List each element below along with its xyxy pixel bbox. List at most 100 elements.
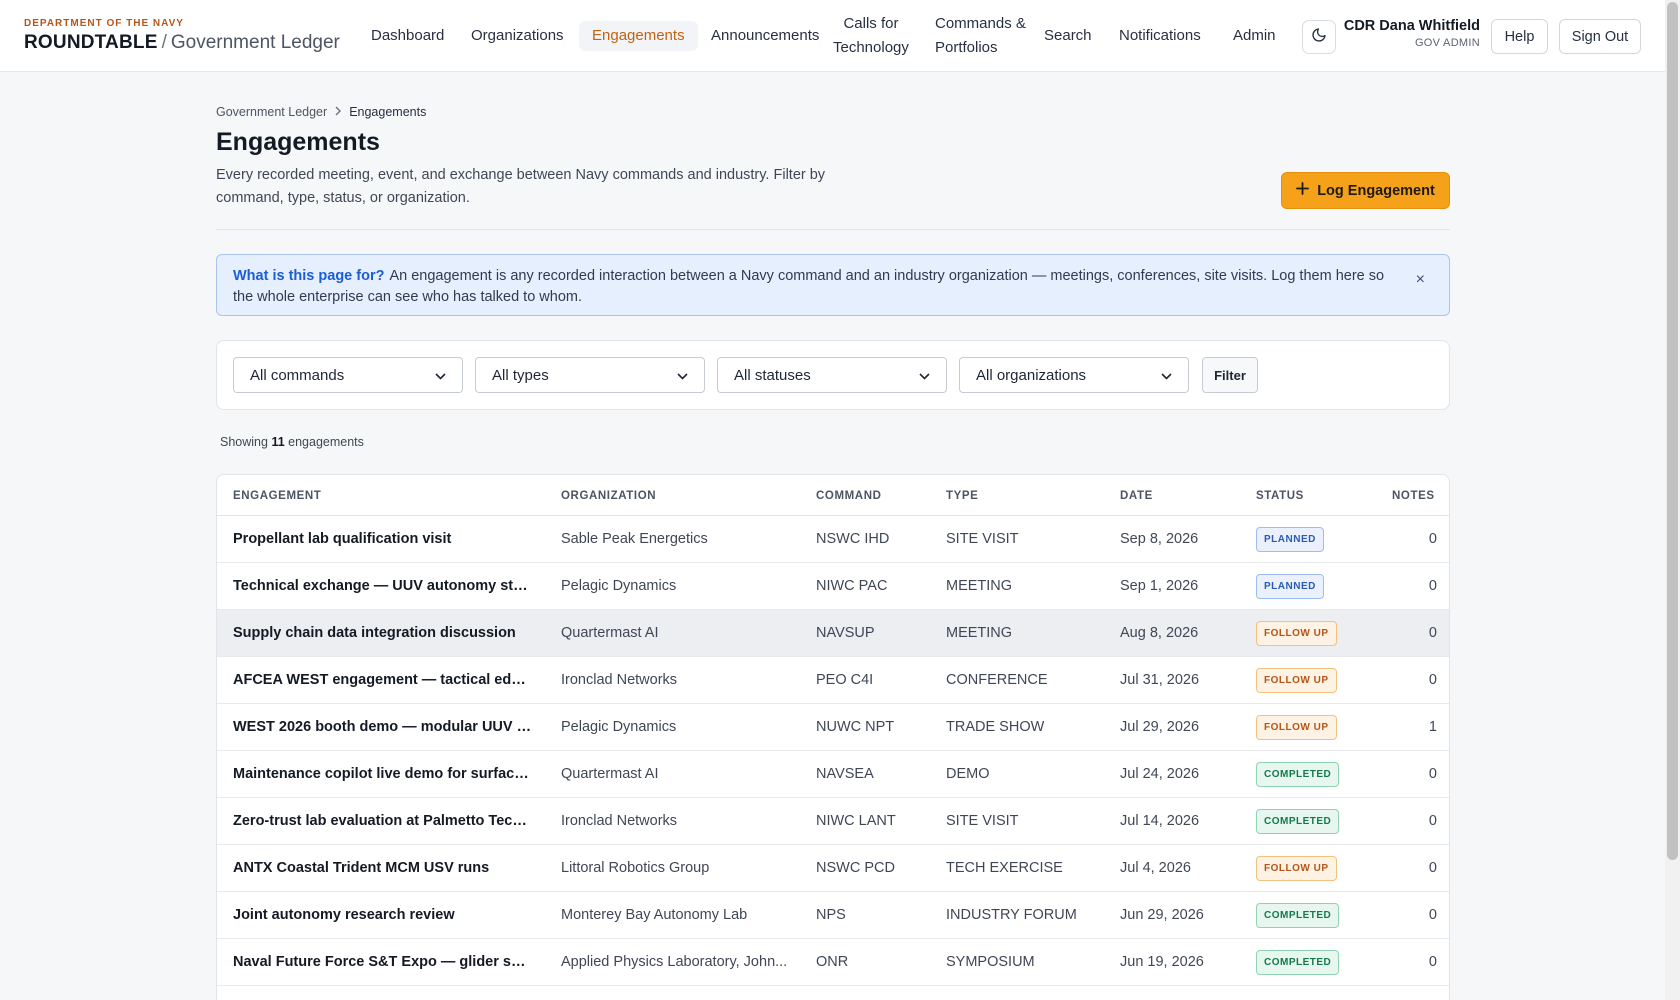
table-row[interactable]: AFCEA WEST engagement — tactical edge ..…: [217, 657, 1449, 704]
organization-cell[interactable]: Ironclad Networks: [561, 672, 793, 688]
organization-cell[interactable]: Ironclad Networks: [561, 813, 793, 829]
type-cell: TECH EXERCISE: [946, 860, 1063, 876]
status-badge: FOLLOW UP: [1256, 856, 1337, 881]
table-row[interactable]: Naval Future Force S&T Expo — glider swa…: [217, 939, 1449, 986]
page-description: Every recorded meeting, event, and excha…: [216, 167, 826, 206]
date-cell: Jul 14, 2026: [1120, 813, 1200, 829]
help-button[interactable]: Help: [1491, 19, 1548, 54]
command-cell: NPS: [816, 907, 846, 923]
column-header-organization[interactable]: ORGANIZATION: [561, 490, 656, 502]
organization-cell[interactable]: Pelagic Dynamics: [561, 578, 793, 594]
nav-commands-label-line2: Portfolios: [935, 39, 998, 56]
organization-cell[interactable]: Applied Physics Laboratory, John...: [561, 954, 793, 970]
brand-logo[interactable]: DEPARTMENT OF THE NAVY ROUNDTABLE / Govern…: [24, 18, 340, 54]
breadcrumb: Government Ledger Engagements: [216, 105, 426, 119]
breadcrumb-parent[interactable]: Government Ledger: [216, 105, 327, 119]
close-icon[interactable]: ×: [1416, 269, 1425, 290]
engagement-cell[interactable]: Propellant lab qualification visit: [233, 531, 533, 547]
organization-cell[interactable]: Quartermast AI: [561, 766, 793, 782]
organization-cell[interactable]: Sable Peak Energetics: [561, 531, 793, 547]
theme-toggle-button[interactable]: [1302, 20, 1336, 54]
brand-subtitle: Government Ledger: [170, 32, 340, 53]
command-cell: NSWC IHD: [816, 531, 890, 547]
status-select[interactable]: All statuses: [717, 357, 947, 393]
type-select[interactable]: All types: [475, 357, 705, 393]
table-row[interactable]: Joint autonomy research review Monterey B…: [217, 892, 1449, 939]
command-cell: NAVSUP: [816, 625, 875, 641]
type-cell: CONFERENCE: [946, 672, 1048, 688]
page-scrollbar-thumb[interactable]: [1667, 2, 1678, 860]
command-cell: NIWC PAC: [816, 578, 888, 594]
breadcrumb-current: Engagements: [349, 105, 427, 119]
engagement-cell[interactable]: Zero-trust lab evaluation at Palmetto Te…: [233, 813, 533, 829]
column-header-status[interactable]: STATUS: [1256, 490, 1304, 502]
nav-announcements[interactable]: Announcements: [711, 24, 819, 48]
notes-count-cell: 0: [1428, 531, 1437, 547]
type-cell: SITE VISIT: [946, 813, 1019, 829]
log-engagement-button[interactable]: Log Engagement: [1281, 172, 1450, 209]
column-header-type[interactable]: TYPE: [946, 490, 978, 502]
nav-admin[interactable]: Admin: [1233, 24, 1276, 48]
notes-count-cell: 0: [1428, 766, 1437, 782]
date-cell: Jul 31, 2026: [1120, 672, 1200, 688]
status-badge: COMPLETED: [1256, 903, 1340, 928]
date-cell: Jul 29, 2026: [1120, 719, 1200, 735]
chevron-right-icon: [334, 105, 342, 119]
column-header-date[interactable]: DATE: [1120, 490, 1153, 502]
column-header-command[interactable]: COMMAND: [816, 490, 882, 502]
nav-calls-label-line1: Calls for: [843, 15, 899, 32]
nav-calls-for-technology[interactable]: Calls for Technology: [833, 12, 909, 60]
chevron-down-icon: [435, 367, 446, 384]
engagement-cell[interactable]: Supply chain data integration discussion: [233, 625, 533, 641]
notes-count-cell: 0: [1428, 907, 1437, 923]
nav-search[interactable]: Search: [1044, 24, 1092, 48]
engagement-cell[interactable]: Naval Future Force S&T Expo — glider swa…: [233, 954, 533, 970]
notes-count-cell: 0: [1428, 954, 1437, 970]
engagement-cell[interactable]: Joint autonomy research review: [233, 907, 533, 923]
table-row[interactable]: Technical exchange — UUV autonomy stac..…: [217, 563, 1449, 610]
type-cell: SYMPOSIUM: [946, 954, 1035, 970]
table-row[interactable]: Maintenance copilot live demo for surfac…: [217, 751, 1449, 798]
date-cell: Jul 24, 2026: [1120, 766, 1200, 782]
type-cell: INDUSTRY FORUM: [946, 907, 1077, 923]
filter-button[interactable]: Filter: [1202, 357, 1258, 393]
log-engagement-label: Log Engagement: [1317, 182, 1435, 199]
command-select[interactable]: All commands: [233, 357, 463, 393]
table-row[interactable]: Supply chain data integration discussion…: [217, 610, 1449, 657]
type-select-value: All types: [492, 366, 549, 384]
date-cell: Jul 4, 2026: [1120, 860, 1191, 876]
organization-cell[interactable]: Monterey Bay Autonomy Lab: [561, 907, 793, 923]
nav-commands-portfolios[interactable]: Commands & Portfolios: [935, 12, 1026, 60]
table-row[interactable]: ANTX Coastal Trident MCM USV runs Littora…: [217, 845, 1449, 892]
results-prefix: Showing: [220, 435, 268, 449]
sign-out-button[interactable]: Sign Out: [1559, 19, 1641, 54]
date-cell: Jun 19, 2026: [1120, 954, 1204, 970]
top-navigation-bar: DEPARTMENT OF THE NAVY ROUNDTABLE / Govern…: [0, 0, 1665, 72]
engagement-cell[interactable]: ANTX Coastal Trident MCM USV runs: [233, 860, 533, 876]
header-divider: [216, 229, 1450, 230]
engagement-cell[interactable]: Maintenance copilot live demo for surfac…: [233, 766, 533, 782]
nav-notifications[interactable]: Notifications: [1119, 24, 1201, 48]
user-name: CDR Dana Whitfield: [1343, 18, 1480, 34]
organization-select[interactable]: All organizations: [959, 357, 1189, 393]
engagement-cell[interactable]: AFCEA WEST engagement — tactical edge ..…: [233, 672, 533, 688]
results-count: Showing 11 engagements: [220, 435, 364, 449]
table-row[interactable]: Propellant lab qualification visit Sable …: [217, 516, 1449, 563]
table-row[interactable]: Zero-trust lab evaluation at Palmetto Te…: [217, 798, 1449, 845]
organization-cell[interactable]: Pelagic Dynamics: [561, 719, 793, 735]
engagement-cell[interactable]: WEST 2026 booth demo — modular UUV so...: [233, 719, 533, 735]
organization-cell[interactable]: Quartermast AI: [561, 625, 793, 641]
engagement-cell[interactable]: Technical exchange — UUV autonomy stac..…: [233, 578, 533, 594]
page-title: Engagements: [216, 128, 380, 156]
column-header-notes[interactable]: NOTES: [1392, 490, 1435, 502]
nav-dashboard[interactable]: Dashboard: [371, 24, 444, 48]
date-cell: Aug 8, 2026: [1120, 625, 1199, 641]
status-badge: COMPLETED: [1256, 950, 1340, 975]
nav-engagements[interactable]: Engagements: [579, 21, 698, 51]
brand-title: ROUNDTABLE / Government Ledger: [24, 32, 340, 54]
nav-organizations[interactable]: Organizations: [471, 24, 564, 48]
organization-cell[interactable]: Littoral Robotics Group: [561, 860, 793, 876]
type-cell: MEETING: [946, 578, 1013, 594]
table-row[interactable]: WEST 2026 booth demo — modular UUV so...…: [217, 704, 1449, 751]
column-header-engagement[interactable]: ENGAGEMENT: [233, 490, 321, 502]
